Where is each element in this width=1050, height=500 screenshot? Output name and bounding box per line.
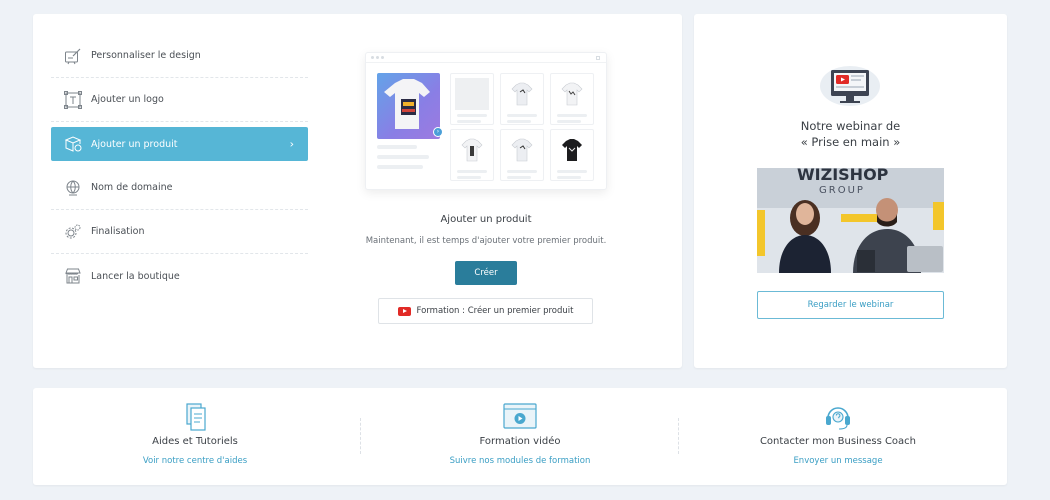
current-step-description: Maintenant, il est temps d'ajouter votre… xyxy=(365,236,607,246)
product-thumbnail xyxy=(500,129,544,181)
help-resources-card: Aides et Tutoriels Voir notre centre d'a… xyxy=(33,388,1007,485)
design-icon xyxy=(63,46,83,66)
settings-gears-icon xyxy=(63,222,83,242)
step-label: Finalisation xyxy=(91,226,145,237)
step-label: Lancer la boutique xyxy=(91,270,180,282)
logo-icon xyxy=(63,90,83,110)
step-nom-domaine[interactable]: Nom de domaine xyxy=(51,166,308,210)
webinar-thumbnail-photo[interactable]: WIZISHOP GROUP xyxy=(757,168,944,273)
webinar-card: Notre webinar de « Prise en main » WIZIS… xyxy=(694,14,1007,368)
create-product-button[interactable]: Créer xyxy=(455,261,517,285)
shop-icon xyxy=(63,266,83,286)
featured-tshirt-image: › xyxy=(377,73,443,139)
step-label: Nom de domaine xyxy=(91,182,173,193)
step-lancer-boutique[interactable]: Lancer la boutique xyxy=(51,254,308,298)
step-label: Ajouter un produit xyxy=(91,138,178,150)
product-thumbnail xyxy=(450,129,494,181)
webinar-monitor-icon xyxy=(818,64,882,108)
help-title: Formation vidéo xyxy=(479,436,561,447)
next-arrow-icon: › xyxy=(433,127,443,137)
photo-brand-text: WIZISHOP xyxy=(797,168,889,184)
step-label: Personnaliser le design xyxy=(91,50,201,61)
photo-group-text: GROUP xyxy=(819,185,865,196)
step-label: Ajouter un logo xyxy=(91,94,164,105)
webinar-title-line2: « Prise en main » xyxy=(800,135,901,149)
domain-globe-icon xyxy=(63,178,83,198)
step-ajouter-logo[interactable]: Ajouter un logo xyxy=(51,78,308,122)
help-column-coach: Contacter mon Business Coach Envoyer un … xyxy=(676,388,1000,485)
product-thumbnail xyxy=(550,129,594,181)
product-preview-illustration: › xyxy=(365,52,607,190)
help-title: Contacter mon Business Coach xyxy=(759,436,917,447)
youtube-icon xyxy=(397,306,411,316)
help-link[interactable]: Voir notre centre d'aides xyxy=(33,456,357,466)
onboarding-steps: Personnaliser le design Ajouter un logo … xyxy=(51,34,308,298)
product-thumbnail xyxy=(450,73,494,125)
product-thumbnail xyxy=(500,73,544,125)
help-title: Aides et Tutoriels xyxy=(152,436,238,447)
help-column-aides: Aides et Tutoriels Voir notre centre d'a… xyxy=(33,388,357,485)
training-video-button[interactable]: Formation : Créer un premier produit xyxy=(378,298,593,324)
step-ajouter-produit[interactable]: Ajouter un produit › xyxy=(51,127,308,161)
help-docs-icon xyxy=(178,402,212,432)
watch-webinar-button[interactable]: Regarder le webinar xyxy=(757,291,944,319)
help-link[interactable]: Suivre nos modules de formation xyxy=(358,456,682,466)
webinar-title: Notre webinar de « Prise en main » xyxy=(694,118,1007,150)
video-play-icon xyxy=(503,402,537,432)
current-step-title: Ajouter un produit xyxy=(440,214,532,225)
step-finalisation[interactable]: Finalisation xyxy=(51,210,308,254)
featured-product: › xyxy=(377,73,443,193)
webinar-title-line1: Notre webinar de xyxy=(800,119,901,133)
product-box-icon xyxy=(63,134,83,154)
product-thumbnail xyxy=(550,73,594,125)
help-column-formation: Formation vidéo Suivre nos modules de fo… xyxy=(358,388,682,485)
training-video-label: Formation : Créer un premier produit xyxy=(416,306,574,316)
chevron-right-icon: › xyxy=(289,137,294,151)
headset-icon xyxy=(821,402,855,432)
preview-window-bar xyxy=(366,53,606,63)
step-personnaliser-design[interactable]: Personnaliser le design xyxy=(51,34,308,78)
help-link[interactable]: Envoyer un message xyxy=(676,456,1000,466)
onboarding-card: Personnaliser le design Ajouter un logo … xyxy=(33,14,682,368)
